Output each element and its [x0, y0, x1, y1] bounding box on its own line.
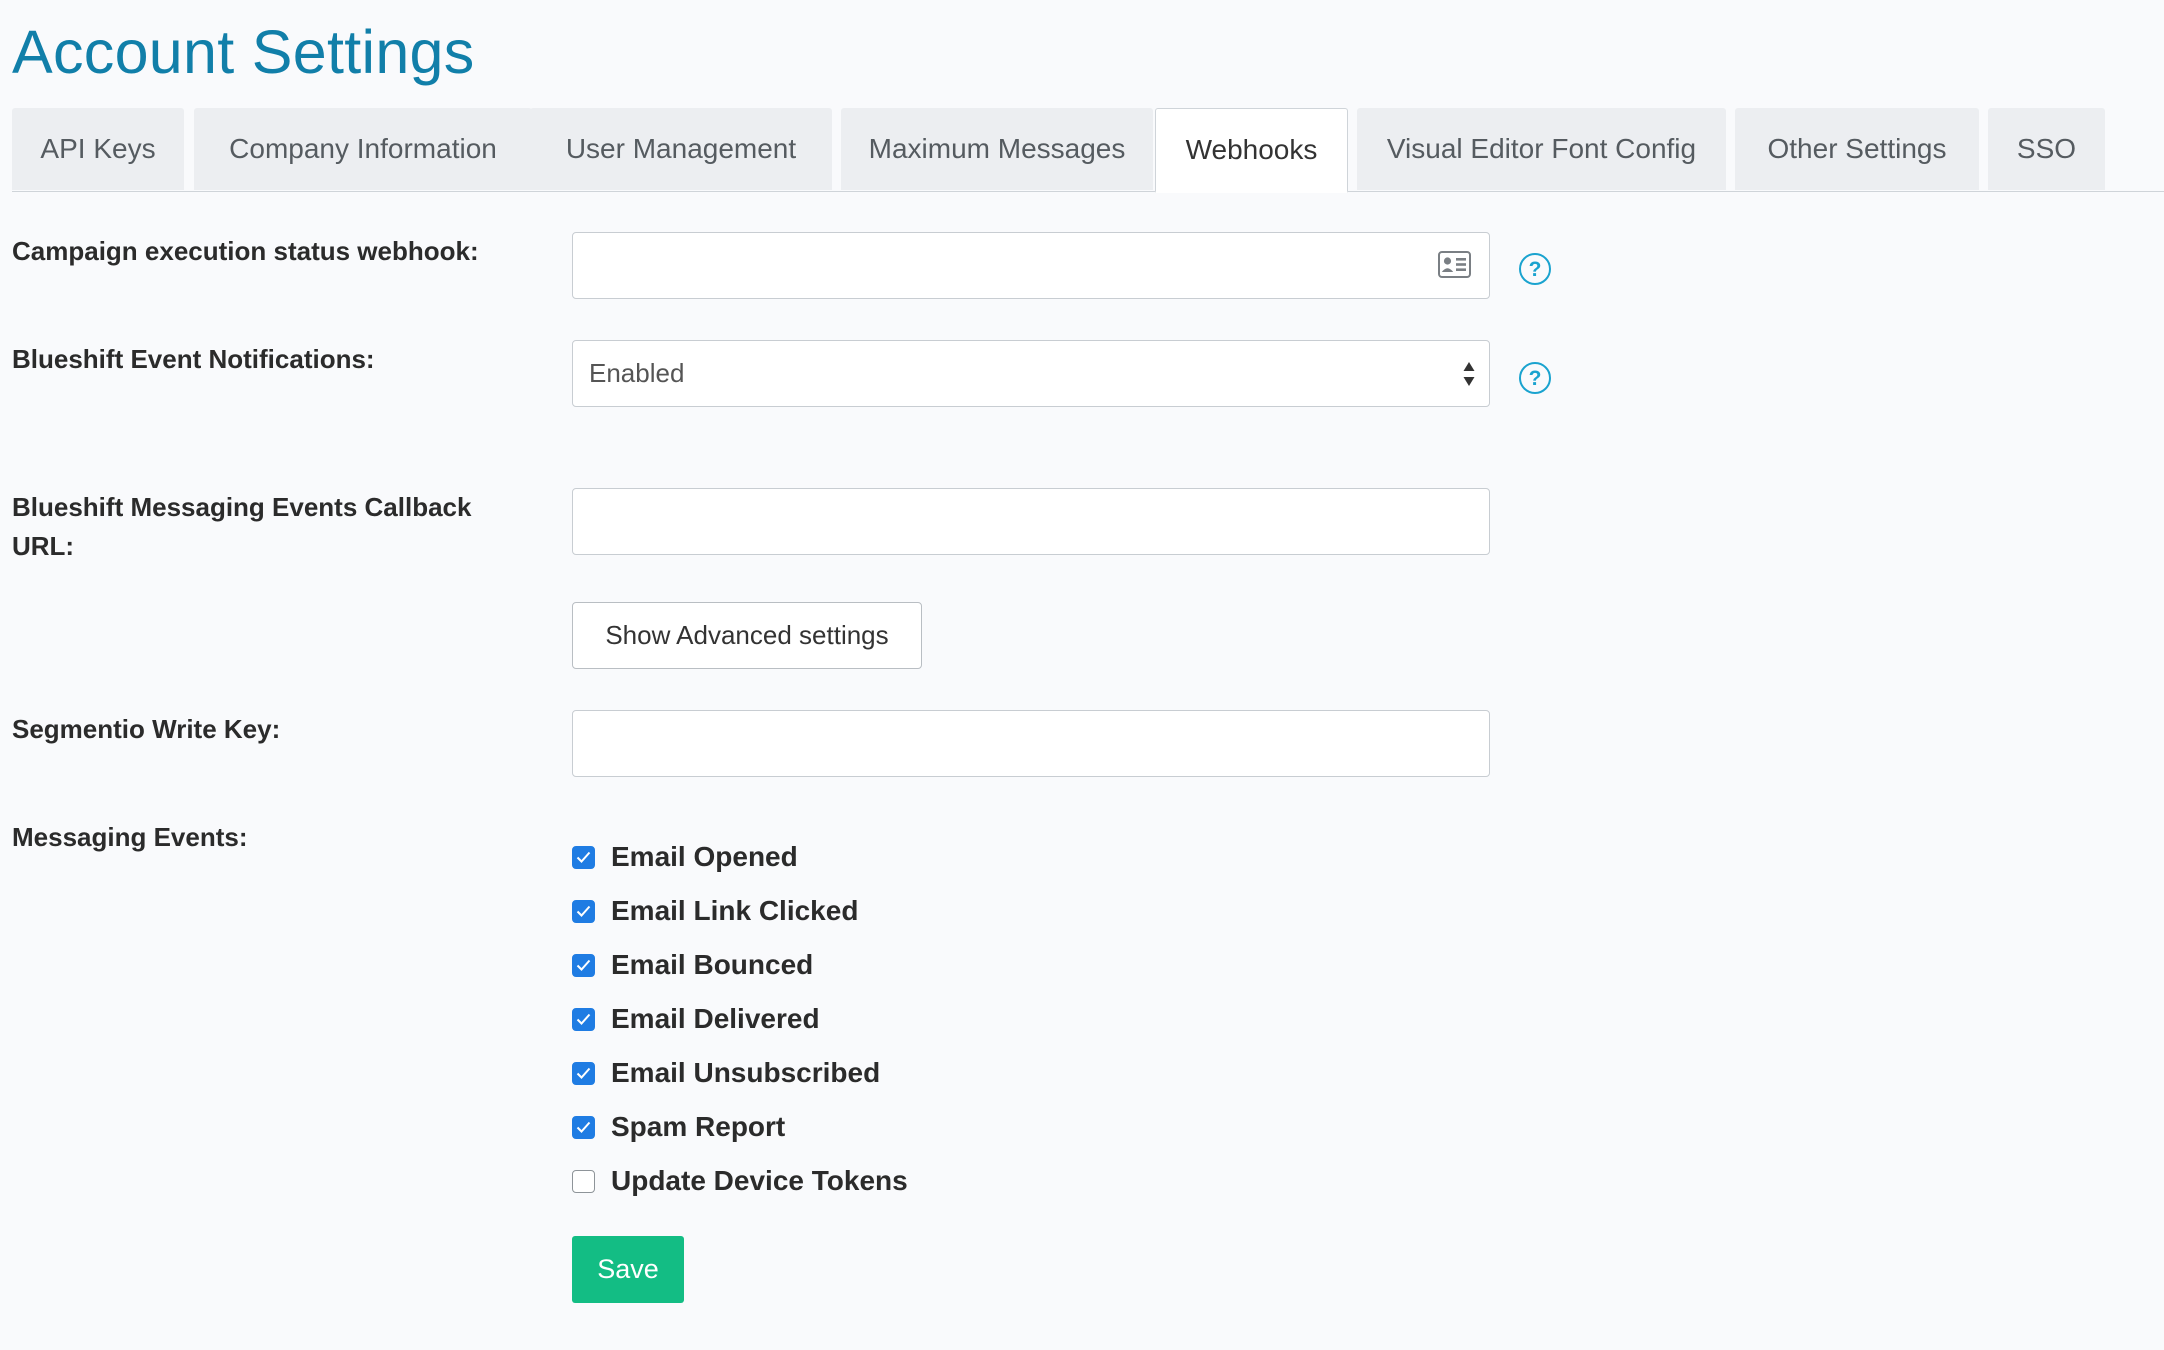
tab-user-management[interactable]: User Management [530, 108, 832, 190]
event-notifications-help-icon[interactable]: ? [1519, 362, 1551, 394]
email-link-clicked-checkbox[interactable] [572, 899, 595, 923]
contact-card-icon[interactable] [1438, 251, 1471, 278]
check-icon [576, 1067, 591, 1079]
tab-company-information[interactable]: Company Information [194, 108, 532, 190]
list-item: Email Bounced [572, 938, 908, 992]
email-opened-checkbox[interactable] [572, 845, 595, 869]
tab-label: Maximum Messages [868, 133, 1126, 164]
tab-label: Visual Editor Font Config [1386, 133, 1697, 164]
email-delivered-checkbox[interactable] [572, 1007, 595, 1031]
event-notifications-select[interactable]: Enabled [572, 340, 1490, 407]
checkbox-label: Email Bounced [611, 949, 814, 980]
tab-label: User Management [565, 133, 797, 164]
tab-api-keys[interactable]: API Keys [12, 108, 184, 190]
check-icon [576, 1121, 591, 1133]
email-unsubscribed-checkbox[interactable] [572, 1061, 595, 1085]
segment-key-input[interactable] [572, 710, 1490, 777]
email-bounced-checkbox[interactable] [572, 953, 595, 977]
list-item: Email Unsubscribed [572, 1046, 908, 1100]
checkbox-label: Email Delivered [611, 1003, 820, 1034]
tab-label: Other Settings [1767, 133, 1947, 164]
checkbox-label: Update Device Tokens [611, 1165, 908, 1196]
check-icon [576, 851, 591, 863]
list-item: Email Link Clicked [572, 884, 908, 938]
tab-sso[interactable]: SSO [1988, 108, 2105, 190]
tab-label: Company Information [229, 133, 497, 164]
check-icon [576, 905, 591, 917]
show-advanced-settings-button[interactable]: Show Advanced settings [572, 602, 922, 669]
tab-visual-editor-font-config[interactable]: Visual Editor Font Config [1357, 108, 1726, 190]
checkbox-label: Spam Report [611, 1111, 786, 1142]
checkbox-label: Email Link Clicked [611, 895, 859, 926]
tab-other-settings[interactable]: Other Settings [1735, 108, 1979, 190]
tab-webhooks[interactable]: Webhooks [1155, 108, 1348, 193]
list-item: Spam Report [572, 1100, 908, 1154]
tab-bar: API Keys Company Information User Manage… [12, 108, 2164, 193]
tab-maximum-messages[interactable]: Maximum Messages [841, 108, 1153, 190]
check-icon [576, 1013, 591, 1025]
select-arrows-icon [1463, 362, 1475, 386]
list-item: Email Delivered [572, 992, 908, 1046]
campaign-webhook-label: Campaign execution status webhook: [12, 236, 479, 266]
callback-url-input[interactable] [572, 488, 1490, 555]
callback-url-label-line2: URL: [12, 531, 75, 561]
checkbox-label: Email Unsubscribed [611, 1057, 881, 1088]
segment-key-label: Segmentio Write Key: [12, 714, 281, 744]
checkbox-label: Email Opened [611, 841, 798, 872]
select-value: Enabled [589, 358, 685, 388]
callback-url-label-line1: Blueshift Messaging Events Callback [12, 492, 472, 522]
check-icon [576, 959, 591, 971]
update-device-tokens-checkbox[interactable] [572, 1169, 595, 1193]
campaign-webhook-input[interactable] [572, 232, 1490, 299]
messaging-events-list: Email Opened Email Link Clicked Email Bo… [572, 830, 908, 1208]
list-item: Update Device Tokens [572, 1154, 908, 1208]
messaging-events-label: Messaging Events: [12, 822, 248, 852]
tab-label: SSO [2016, 133, 2077, 164]
list-item: Email Opened [572, 830, 908, 884]
page-title: Account Settings [12, 18, 475, 86]
campaign-webhook-help-icon[interactable]: ? [1519, 253, 1551, 285]
tab-label: API Keys [40, 133, 156, 164]
save-button[interactable]: Save [572, 1236, 684, 1303]
spam-report-checkbox[interactable] [572, 1115, 595, 1139]
tab-label: Webhooks [1185, 134, 1318, 165]
event-notifications-label: Blueshift Event Notifications: [12, 344, 375, 374]
